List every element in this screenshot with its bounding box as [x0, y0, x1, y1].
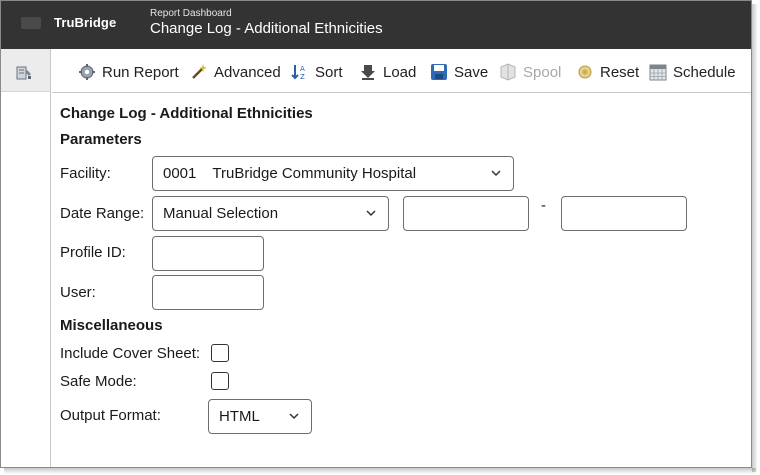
load-button[interactable]: Load	[359, 62, 416, 82]
safe-mode-label: Safe Mode:	[60, 373, 137, 390]
report-tools-icon	[16, 66, 31, 80]
rail-tool-button[interactable]	[1, 49, 50, 92]
window-shadow-right	[752, 4, 758, 472]
sort-label: Sort	[315, 63, 343, 81]
load-label: Load	[383, 63, 417, 81]
sort-icon: A Z	[291, 65, 305, 81]
facility-code: 0001	[163, 165, 197, 182]
advanced-button[interactable]: Advanced	[190, 62, 281, 82]
svg-text:A: A	[300, 65, 305, 73]
facility-select[interactable]: 0001 TruBridge Community Hospital	[152, 156, 514, 191]
save-button[interactable]: Save	[430, 62, 488, 82]
profile-id-input[interactable]	[152, 236, 264, 271]
schedule-button[interactable]: Schedule	[649, 62, 736, 82]
load-arrow-icon	[361, 65, 375, 80]
page-title: Change Log - Additional Ethnicities	[150, 20, 383, 37]
cover-sheet-checkbox[interactable]	[211, 344, 229, 362]
user-input[interactable]	[152, 275, 264, 310]
output-format-select[interactable]: HTML	[208, 399, 312, 434]
output-format-label: Output Format:	[60, 407, 161, 424]
breadcrumb[interactable]: Report Dashboard	[150, 8, 232, 19]
floppy-disk-icon	[431, 64, 447, 80]
profile-id-label: Profile ID:	[60, 244, 126, 261]
schedule-label: Schedule	[673, 63, 736, 81]
chevron-down-icon	[366, 210, 376, 217]
spool-button[interactable]: Spool	[499, 62, 561, 82]
reset-label: Reset	[600, 63, 640, 81]
reset-button[interactable]: Reset	[576, 62, 639, 82]
reset-icon	[578, 65, 592, 79]
run-report-label: Run Report	[102, 63, 179, 81]
date-range-value: Manual Selection	[163, 205, 279, 222]
date-range-select[interactable]: Manual Selection	[152, 196, 389, 231]
window-shadow-bottom	[4, 468, 756, 474]
date-range-separator: -	[541, 197, 546, 214]
svg-text:Z: Z	[300, 73, 305, 81]
calendar-icon	[649, 64, 667, 81]
facility-label: Facility:	[60, 165, 111, 182]
window-frame: TruBridge Report Dashboard Change Log - …	[0, 0, 752, 468]
magic-wand-icon	[192, 64, 207, 79]
safe-mode-checkbox[interactable]	[211, 372, 229, 390]
cover-sheet-label: Include Cover Sheet:	[60, 345, 201, 362]
trubridge-logo-icon	[21, 17, 41, 29]
spool-label: Spool	[523, 63, 562, 81]
facility-name: TruBridge Community Hospital	[212, 165, 417, 182]
sort-button[interactable]: A Z Sort	[291, 62, 343, 82]
gear-run-icon	[79, 64, 95, 80]
date-end-input[interactable]	[561, 196, 687, 231]
date-range-label: Date Range:	[60, 205, 145, 222]
toolbar: Run Report Advanced A Z Sort Load Save S…	[52, 49, 751, 93]
form-title: Change Log - Additional Ethnicities	[60, 105, 313, 122]
run-report-button[interactable]: Run Report	[78, 62, 179, 82]
spool-icon	[500, 63, 516, 81]
date-start-input[interactable]	[403, 196, 529, 231]
save-label: Save	[454, 63, 489, 81]
chevron-down-icon	[289, 413, 299, 420]
user-label: User:	[60, 284, 96, 301]
parameters-heading: Parameters	[60, 131, 142, 148]
miscellaneous-heading: Miscellaneous	[60, 317, 163, 334]
app-header: TruBridge Report Dashboard Change Log - …	[1, 1, 751, 49]
output-format-value: HTML	[219, 408, 260, 425]
advanced-label: Advanced	[214, 63, 281, 81]
chevron-down-icon	[491, 170, 501, 177]
left-rail	[1, 49, 51, 467]
brand-name: TruBridge	[54, 15, 117, 30]
